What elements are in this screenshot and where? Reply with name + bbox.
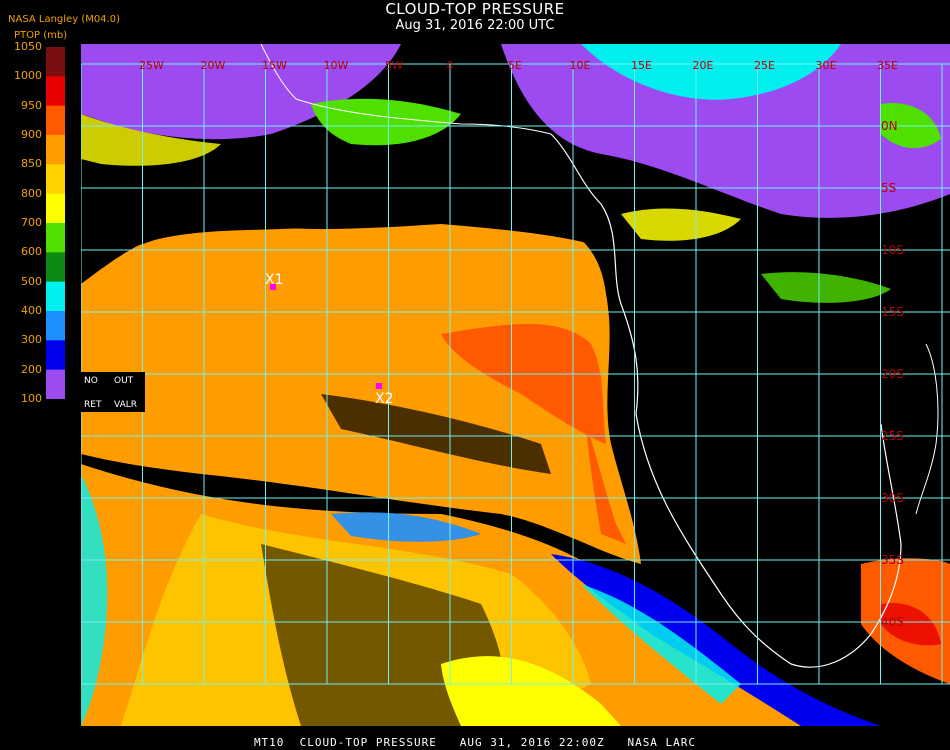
legend-band-200-300 [46, 340, 65, 371]
lon-label-35E: 35E [877, 59, 898, 72]
legend-tick-600: 600 [21, 245, 42, 259]
lon-label-20W: 20W [201, 59, 226, 72]
legend-tick-400: 400 [21, 304, 42, 317]
map-title: CLOUD-TOP PRESSURE [385, 0, 565, 18]
lon-label-10E: 10E [570, 59, 591, 72]
lat-label-0N: 0N [881, 119, 898, 133]
legend-band-400-500 [46, 281, 65, 312]
legend-tick-200: 200 [21, 362, 42, 376]
legend-band-300-400 [46, 311, 65, 341]
legend-band-700-800 [46, 193, 65, 224]
marker-x1-label: X1 [265, 272, 284, 288]
legend-tick-900: 900 [21, 128, 42, 141]
legend-band-100-200 [46, 369, 65, 399]
lat-label-30S: 30S [881, 491, 904, 505]
lon-label-15E: 15E [631, 59, 652, 72]
lon-label-10W: 10W [324, 59, 349, 72]
cloud-top-pressure-map: 25W 20W 15W 10W 5W 0 5E 10E 15E 20E 25E 30E 35E 0N 5S… [81, 44, 950, 726]
flag-valr: VALR [114, 400, 137, 410]
legend-band-850-900 [46, 135, 65, 165]
lon-label-0: 0 [447, 59, 454, 72]
legend-band-900-950 [46, 105, 65, 136]
legend-tick-1050: 1050 [14, 40, 42, 53]
legend-band-600-700 [46, 223, 65, 253]
legend-tick-300: 300 [21, 333, 42, 347]
legend-band-800-850 [46, 164, 65, 195]
map-subtitle: Aug 31, 2016 22:00 UTC [395, 18, 555, 33]
legend-tick-800: 800 [21, 186, 42, 200]
legend-band-500-600 [46, 252, 65, 283]
lon-label-5W: 5W [385, 59, 403, 72]
legend-band-1000-1050 [46, 47, 65, 77]
lat-label-10S: 10S [881, 243, 904, 257]
lon-label-5E: 5E [508, 59, 522, 72]
source-label: NASA Langley (M04.0) [8, 14, 120, 25]
marker-x2-label: X2 [375, 391, 394, 407]
flag-out: OUT [114, 376, 134, 386]
lat-label-5S: 5S [881, 181, 896, 195]
lon-label-20E: 20E [693, 59, 714, 72]
lon-label-15W: 15W [262, 59, 287, 72]
marker-x1: X1 [265, 272, 284, 290]
flag-no: NO [84, 376, 98, 386]
lon-label-30E: 30E [816, 59, 837, 72]
legend-tick-500: 500 [21, 274, 42, 288]
legend-tick-950: 950 [21, 98, 42, 112]
legend-tick-100: 100 [21, 392, 42, 405]
lat-label-40S: 40S [881, 615, 904, 629]
lon-label-25E: 25E [754, 59, 775, 72]
color-legend [46, 47, 65, 399]
lat-label-20S: 20S [881, 367, 904, 381]
flag-legend-box: NO OUT RET VALR [81, 372, 145, 412]
lat-label-35S: 35S [881, 553, 904, 567]
legend-tick-700: 700 [21, 216, 42, 229]
legend-tick-1000: 1000 [14, 69, 42, 83]
lat-label-25S: 25S [881, 429, 904, 443]
legend-tick-850: 850 [21, 157, 42, 171]
legend-band-950-1000 [46, 76, 65, 107]
lon-label-25W: 25W [139, 59, 164, 72]
flag-ret: RET [84, 400, 102, 410]
lat-label-15S: 15S [881, 305, 904, 319]
footer-caption: MT10 CLOUD-TOP PRESSURE AUG 31, 2016 22:… [253, 736, 697, 749]
